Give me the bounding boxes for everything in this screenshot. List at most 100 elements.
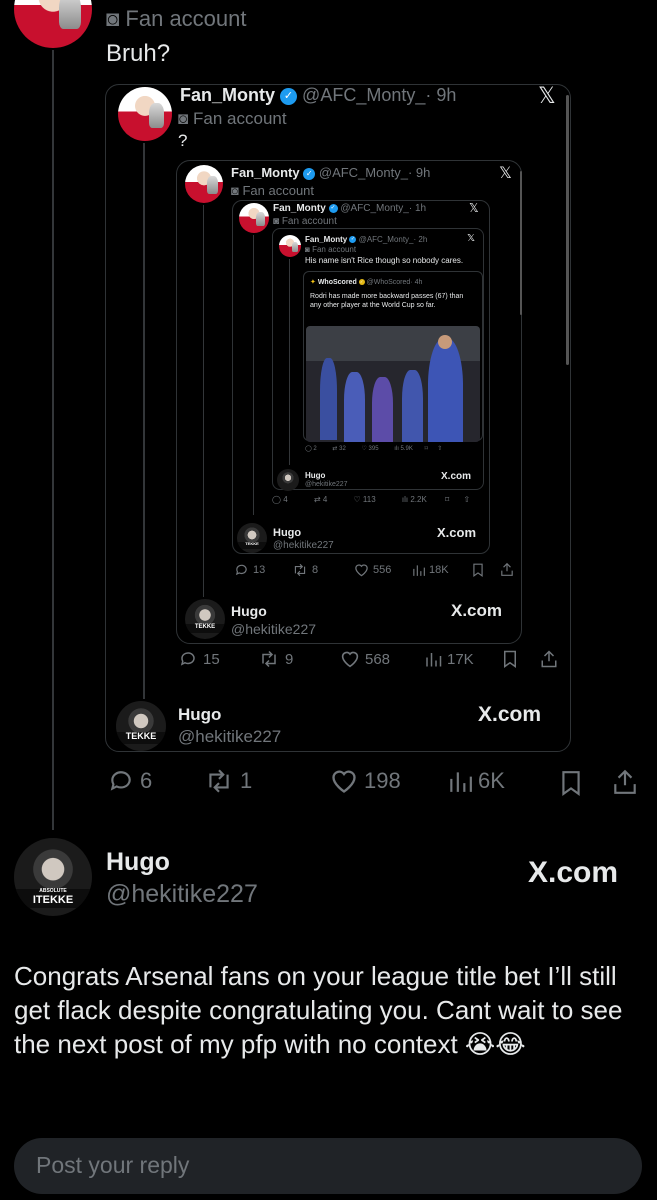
reply-button[interactable]: ◯ 2 <box>305 446 317 452</box>
thread-line <box>143 143 145 699</box>
bookmark-button[interactable] <box>472 563 484 577</box>
share-button[interactable] <box>500 562 514 577</box>
avatar[interactable] <box>14 0 92 48</box>
share-icon <box>541 650 557 668</box>
verified-icon: ✓ <box>349 236 357 244</box>
bookmark-icon <box>473 563 483 577</box>
bookmark-icon[interactable]: ⌑ <box>425 446 428 452</box>
x-logo-icon[interactable]: 𝕏 <box>499 163 512 183</box>
avatar <box>185 165 223 203</box>
mask-icon: ◙ <box>273 216 280 227</box>
thread-line <box>52 50 54 830</box>
share-icon[interactable]: ⇧ <box>437 446 442 452</box>
like-button[interactable]: 556 <box>354 563 391 577</box>
verified-icon: ✓ <box>358 279 365 286</box>
repost-icon <box>294 563 306 577</box>
display-name[interactable]: Hugo <box>106 848 170 877</box>
reply-button[interactable]: ◯ 4 <box>272 495 288 504</box>
repost-count: 4 <box>322 495 328 504</box>
quote-card[interactable]: ✦ WhoScored ✓ @WhoScored· 4h Rodri has m… <box>303 271 483 442</box>
x-logo-icon[interactable]: 𝕏 <box>469 201 479 215</box>
display-name: Fan_Monty <box>180 85 276 105</box>
like-button[interactable]: ♡ 113 <box>354 495 376 504</box>
share-icon[interactable]: ⇧ <box>463 495 470 504</box>
whoscored-logo-icon: ✦ <box>310 279 316 286</box>
repost-count: 32 <box>339 446 346 452</box>
reply-count: 2 <box>313 446 317 452</box>
share-button[interactable] <box>540 649 558 669</box>
like-count: 556 <box>373 564 392 576</box>
repost-count: 9 <box>285 650 294 668</box>
views-button[interactable]: ılı 2.2K <box>402 495 427 504</box>
fan-account-label: Fan account <box>281 216 337 227</box>
repost-button[interactable]: ⇄ 32 <box>332 446 345 452</box>
bookmark-icon[interactable]: ⌑ <box>445 495 449 504</box>
x-com-label: X.com <box>528 856 619 889</box>
x-com-label: X.com <box>441 471 472 482</box>
timestamp: · 2h <box>413 235 428 244</box>
views-button[interactable]: 18K <box>412 563 449 577</box>
avatar: TEKKE <box>116 701 166 751</box>
display-name: Hugo <box>231 603 267 619</box>
comment-icon <box>235 564 247 576</box>
scrollbar[interactable] <box>566 95 569 365</box>
repost-count: 8 <box>312 564 319 576</box>
views-icon <box>426 653 442 667</box>
bookmark-button[interactable] <box>502 650 518 668</box>
quote-card[interactable]: Fan_Monty ✓ @AFC_Monty_· 2h 𝕏 ◙ Fan acco… <box>272 228 484 491</box>
handle: @AFC_Monty_ <box>358 235 414 244</box>
bookmark-button[interactable] <box>560 770 582 796</box>
like-count: 395 <box>368 446 379 452</box>
views-button[interactable]: ılı 5.9K <box>394 446 413 452</box>
avatar <box>277 469 299 491</box>
avatar[interactable]: ABSOLUTE ITEKKE <box>14 838 92 916</box>
repost-button[interactable]: ⇄ 4 <box>314 495 327 504</box>
handle: @hekitike227 <box>273 540 334 551</box>
thread-line <box>253 235 254 515</box>
repost-button[interactable]: 1 <box>204 768 252 794</box>
display-name: Hugo <box>178 705 222 724</box>
handle: @hekitike227 <box>305 481 348 488</box>
display-name: Fan_Monty <box>273 203 326 214</box>
reply-placeholder: Post your reply <box>36 1152 190 1178</box>
scrollbar[interactable] <box>520 171 522 315</box>
like-button[interactable]: 198 <box>330 768 401 794</box>
x-com-label: X.com <box>451 601 503 620</box>
x-com-label: X.com <box>437 525 477 540</box>
tweet-photo[interactable] <box>306 326 480 442</box>
display-name: Hugo <box>305 471 326 480</box>
x-logo-icon[interactable]: 𝕏 <box>538 83 556 109</box>
like-button[interactable]: ♡ 395 <box>361 446 378 452</box>
x-com-label: X.com <box>478 703 542 726</box>
views-count: 5.9K <box>400 446 413 452</box>
views-button[interactable]: 17K <box>424 650 474 668</box>
display-name: Fan_Monty <box>305 235 348 244</box>
handle: @hekitike227 <box>231 621 317 637</box>
like-button[interactable]: 568 <box>340 650 390 668</box>
handle: @hekitike227 <box>178 727 282 746</box>
avatar: TEKKE <box>237 523 267 553</box>
like-count: 198 <box>364 768 401 793</box>
quote4-stats: ◯ 4 ⇄ 4 ♡ 113 ılı 2.2K ⌑ ⇧ <box>272 495 470 504</box>
repost-button[interactable]: 9 <box>258 650 293 668</box>
reply-button[interactable]: 13 <box>234 563 265 577</box>
heart-icon <box>332 770 356 793</box>
reply-input[interactable]: Post your reply <box>14 1138 642 1194</box>
thread-line <box>203 205 204 597</box>
timestamp: · 1h <box>408 203 427 214</box>
heart-icon <box>341 651 359 668</box>
x-logo-icon[interactable]: 𝕏 <box>467 233 475 244</box>
reply-button[interactable]: 6 <box>108 768 152 794</box>
repost-button[interactable]: 8 <box>292 563 318 577</box>
tweet-text: ? <box>178 131 188 150</box>
avatar: TEKKE <box>185 599 225 639</box>
share-button[interactable] <box>612 768 638 796</box>
share-icon <box>614 769 636 794</box>
reply-button[interactable]: 15 <box>178 650 220 668</box>
views-button[interactable]: 6K <box>448 768 505 794</box>
timestamp: · 9h <box>425 85 457 105</box>
tweet-text: His name isn't Rice though so nobody car… <box>305 256 464 265</box>
reply-count: 6 <box>140 768 153 793</box>
reply-text: Bruh? <box>106 40 171 67</box>
handle[interactable]: @hekitike227 <box>106 880 258 909</box>
